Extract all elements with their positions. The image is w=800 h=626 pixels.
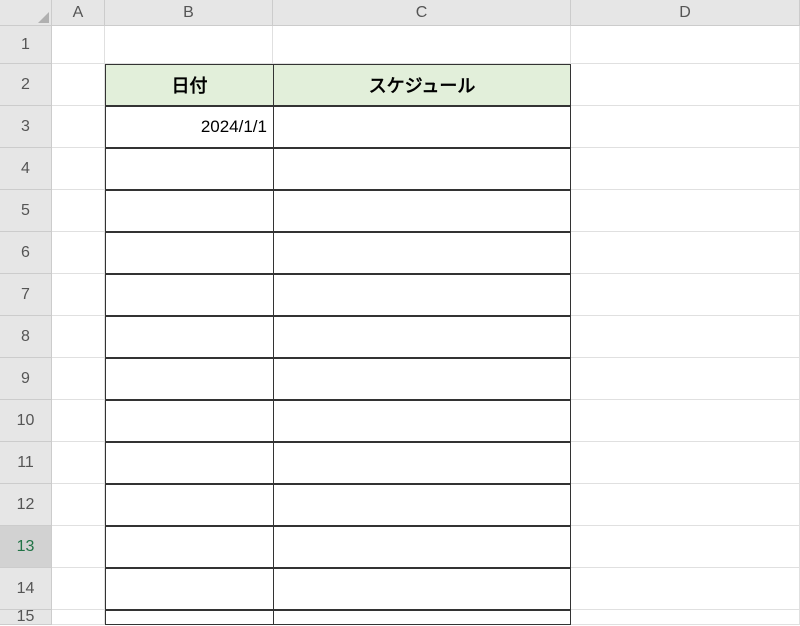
cell-b14[interactable] [105, 568, 273, 610]
row-header-3[interactable]: 3 [0, 106, 52, 148]
row-header-9[interactable]: 9 [0, 358, 52, 400]
cell-c6[interactable] [273, 232, 571, 274]
column-header-a[interactable]: A [52, 0, 105, 26]
cell-a4[interactable] [52, 148, 105, 190]
cell-c7[interactable] [273, 274, 571, 316]
column-header-c[interactable]: C [273, 0, 571, 26]
cell-b5[interactable] [105, 190, 273, 232]
column-header-d[interactable]: D [571, 0, 800, 26]
cell-c4[interactable] [273, 148, 571, 190]
cell-a1[interactable] [52, 26, 105, 64]
cell-c12[interactable] [273, 484, 571, 526]
cell-d12[interactable] [571, 484, 800, 526]
row-header-2[interactable]: 2 [0, 64, 52, 106]
cell-a6[interactable] [52, 232, 105, 274]
cell-a15[interactable] [52, 610, 105, 625]
row-14: 14 [0, 568, 800, 610]
cell-d9[interactable] [571, 358, 800, 400]
row-header-10[interactable]: 10 [0, 400, 52, 442]
cell-d1[interactable] [571, 26, 800, 64]
cell-a14[interactable] [52, 568, 105, 610]
row-8: 8 [0, 316, 800, 358]
cell-b11[interactable] [105, 442, 273, 484]
row-1: 1 [0, 26, 800, 64]
cell-a5[interactable] [52, 190, 105, 232]
cell-c14[interactable] [273, 568, 571, 610]
row-4: 4 [0, 148, 800, 190]
cell-d7[interactable] [571, 274, 800, 316]
cell-d10[interactable] [571, 400, 800, 442]
cell-b12[interactable] [105, 484, 273, 526]
cell-a12[interactable] [52, 484, 105, 526]
cell-d5[interactable] [571, 190, 800, 232]
cell-a13[interactable] [52, 526, 105, 568]
cell-c11[interactable] [273, 442, 571, 484]
cell-c1[interactable] [273, 26, 571, 64]
cell-d6[interactable] [571, 232, 800, 274]
cell-c3[interactable] [273, 106, 571, 148]
row-10: 10 [0, 400, 800, 442]
cell-d3[interactable] [571, 106, 800, 148]
row-header-7[interactable]: 7 [0, 274, 52, 316]
cell-c9[interactable] [273, 358, 571, 400]
row-header-5[interactable]: 5 [0, 190, 52, 232]
row-header-6[interactable]: 6 [0, 232, 52, 274]
cell-a2[interactable] [52, 64, 105, 106]
cell-b3-date-value[interactable]: 2024/1/1 [105, 106, 273, 148]
cell-c8[interactable] [273, 316, 571, 358]
row-3: 3 2024/1/1 [0, 106, 800, 148]
cell-d8[interactable] [571, 316, 800, 358]
row-15: 15 [0, 610, 800, 625]
cell-b10[interactable] [105, 400, 273, 442]
cell-c2-schedule-header[interactable]: スケジュール [273, 64, 571, 106]
row-header-11[interactable]: 11 [0, 442, 52, 484]
cell-c10[interactable] [273, 400, 571, 442]
row-header-8[interactable]: 8 [0, 316, 52, 358]
cell-b1[interactable] [105, 26, 273, 64]
cell-a7[interactable] [52, 274, 105, 316]
cell-b8[interactable] [105, 316, 273, 358]
cell-b2-date-header[interactable]: 日付 [105, 64, 273, 106]
cell-c15[interactable] [273, 610, 571, 625]
cell-d14[interactable] [571, 568, 800, 610]
cell-b13[interactable] [105, 526, 273, 568]
cell-a8[interactable] [52, 316, 105, 358]
row-header-14[interactable]: 14 [0, 568, 52, 610]
cell-b9[interactable] [105, 358, 273, 400]
row-header-13[interactable]: 13 [0, 526, 52, 568]
row-5: 5 [0, 190, 800, 232]
cell-d2[interactable] [571, 64, 800, 106]
cell-d4[interactable] [571, 148, 800, 190]
cell-a3[interactable] [52, 106, 105, 148]
row-7: 7 [0, 274, 800, 316]
cell-b6[interactable] [105, 232, 273, 274]
spreadsheet-grid: A B C D 1 2 日付 スケジュール 3 2024/1/1 4 5 [0, 0, 800, 625]
select-all-corner[interactable] [0, 0, 52, 26]
row-12: 12 [0, 484, 800, 526]
cell-b15[interactable] [105, 610, 273, 625]
cell-b7[interactable] [105, 274, 273, 316]
row-header-1[interactable]: 1 [0, 26, 52, 64]
row-header-15[interactable]: 15 [0, 610, 52, 625]
cell-d13[interactable] [571, 526, 800, 568]
row-6: 6 [0, 232, 800, 274]
row-header-4[interactable]: 4 [0, 148, 52, 190]
cell-d11[interactable] [571, 442, 800, 484]
cell-a11[interactable] [52, 442, 105, 484]
cell-c13[interactable] [273, 526, 571, 568]
cell-c5[interactable] [273, 190, 571, 232]
row-13: 13 [0, 526, 800, 568]
column-header-b[interactable]: B [105, 0, 273, 26]
column-headers-row: A B C D [0, 0, 800, 26]
cell-a9[interactable] [52, 358, 105, 400]
cell-b4[interactable] [105, 148, 273, 190]
row-2: 2 日付 スケジュール [0, 64, 800, 106]
cell-a10[interactable] [52, 400, 105, 442]
cell-d15[interactable] [571, 610, 800, 625]
row-11: 11 [0, 442, 800, 484]
row-header-12[interactable]: 12 [0, 484, 52, 526]
row-9: 9 [0, 358, 800, 400]
